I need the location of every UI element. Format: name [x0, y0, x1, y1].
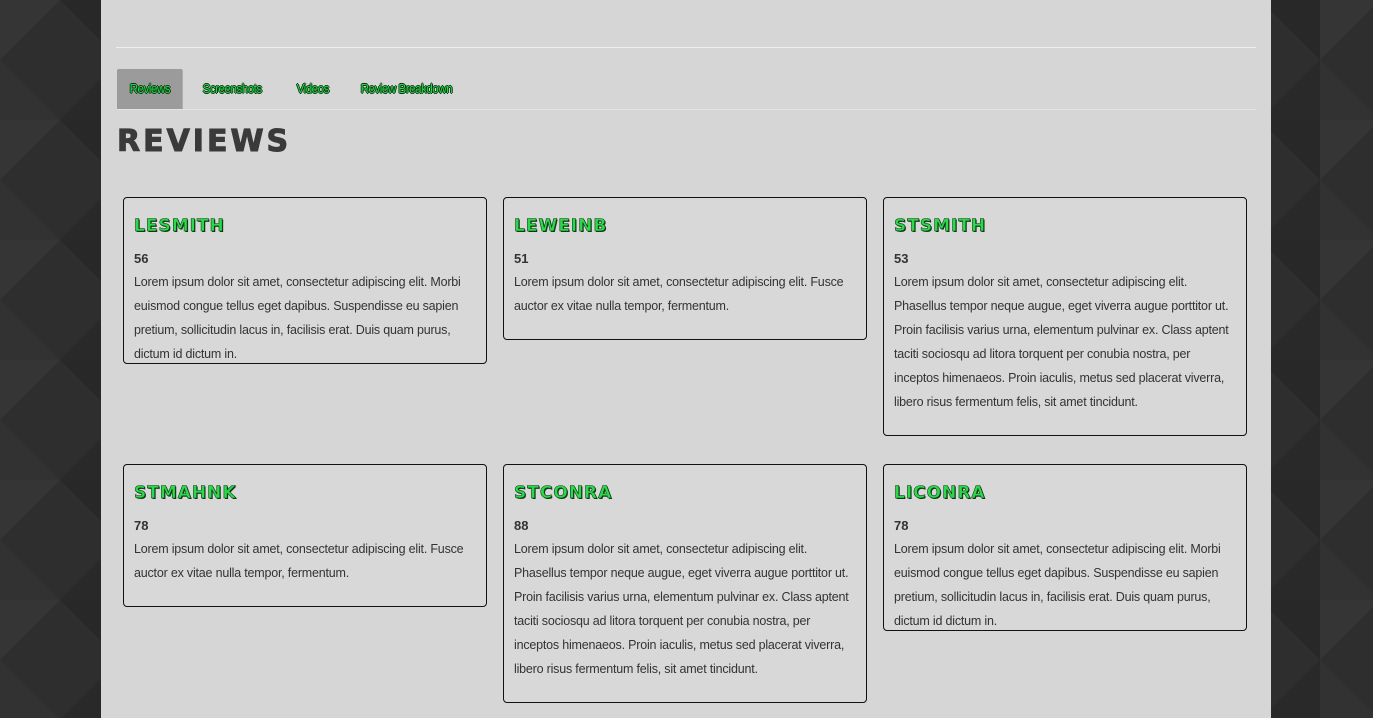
review-username: LEWEINB: [514, 216, 608, 237]
review-card: LEWEINB 51 Lorem ipsum dolor sit amet, c…: [503, 197, 867, 340]
review-text: Lorem ipsum dolor sit amet, consectetur …: [894, 275, 1229, 409]
review-score: 88: [514, 518, 529, 533]
review-score: 78: [894, 518, 909, 533]
review-card: LICONRA 78 Lorem ipsum dolor sit amet, c…: [883, 464, 1247, 631]
review-card: STMAHNK 78 Lorem ipsum dolor sit amet, c…: [123, 464, 487, 607]
review-score: 56: [134, 251, 149, 266]
review-text: Lorem ipsum dolor sit amet, consectetur …: [894, 542, 1221, 628]
main-content: Reviews Screenshots Videos Review Breakd…: [101, 0, 1271, 718]
review-text: Lorem ipsum dolor sit amet, consectetur …: [514, 275, 844, 313]
review-username: LESMITH: [134, 216, 225, 237]
review-score: 78: [134, 518, 149, 533]
review-card: STSMITH 53 Lorem ipsum dolor sit amet, c…: [883, 197, 1247, 436]
section-title: Reviews: [116, 124, 292, 160]
tab-screenshots[interactable]: Screenshots: [190, 69, 274, 109]
tab-bar: Reviews Screenshots Videos Review Breakd…: [117, 69, 1256, 110]
review-score: 53: [894, 251, 909, 266]
review-card: LESMITH 56 Lorem ipsum dolor sit amet, c…: [123, 197, 487, 364]
review-username: STCONRA: [514, 483, 613, 504]
review-score: 51: [514, 251, 529, 266]
tab-videos[interactable]: Videos: [284, 69, 342, 109]
review-card: STCONRA 88 Lorem ipsum dolor sit amet, c…: [503, 464, 867, 703]
review-text: Lorem ipsum dolor sit amet, consectetur …: [134, 542, 464, 580]
top-divider: [116, 47, 1256, 48]
review-text: Lorem ipsum dolor sit amet, consectetur …: [514, 542, 849, 676]
review-username: STMAHNK: [134, 483, 237, 504]
tab-reviews[interactable]: Reviews: [117, 69, 183, 109]
review-text: Lorem ipsum dolor sit amet, consectetur …: [134, 275, 461, 361]
tab-review-breakdown[interactable]: Review Breakdown: [348, 69, 465, 109]
review-username: LICONRA: [894, 483, 986, 504]
review-username: STSMITH: [894, 216, 987, 237]
